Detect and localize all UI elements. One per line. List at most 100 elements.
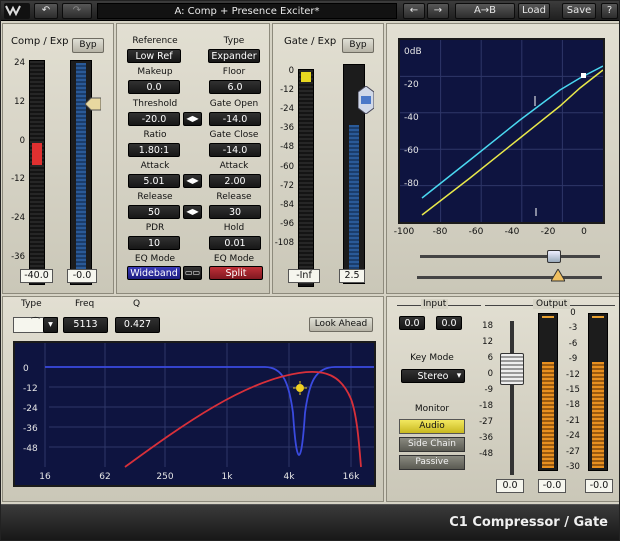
ratio-slider-handle[interactable] [547, 250, 561, 263]
undo-button[interactable]: ↶ [34, 3, 58, 19]
output-peak-left-value[interactable]: -0.0 [538, 479, 566, 493]
hold-value[interactable]: 0.01 [209, 236, 261, 250]
arrow-right-icon: → [433, 5, 443, 16]
comp-scale-tick: 0 [19, 135, 25, 146]
top-toolbar: ↶ ↷ A: Comp + Presence Exciter* ← → A→B … [1, 1, 619, 21]
redo-button[interactable]: ↷ [62, 3, 92, 19]
release-value[interactable]: 50 [128, 205, 180, 219]
threshold-link-button[interactable]: ◀▶ [183, 112, 202, 126]
input-left-value[interactable]: 0.0 [399, 316, 425, 330]
eq-curve-red [124, 371, 362, 468]
arrow-left-icon: ← [409, 5, 419, 16]
fader-scale-tick: -36 [479, 433, 493, 443]
eq-graph: 0 -12 -24 -36 -48 16 62 250 1k 4k 16k [13, 341, 376, 487]
eq-y-tick: -36 [23, 424, 38, 434]
save-button[interactable]: Save [562, 3, 596, 19]
meter-scale-tick: 0 [570, 308, 576, 318]
ab-compare-button[interactable]: A→B [455, 3, 515, 19]
gate-attack-label: Attack [219, 161, 249, 171]
next-preset-button[interactable]: → [427, 3, 449, 19]
eq-mode-gate-value[interactable]: Split [209, 266, 263, 280]
eq-x-tick: 62 [99, 472, 110, 482]
type-value[interactable]: Expander [208, 49, 260, 63]
output-peak-right-value[interactable]: -0.0 [585, 479, 613, 493]
knee-slider-handle[interactable] [550, 268, 566, 282]
eq-mode-link-button[interactable]: ▭▭ [183, 266, 202, 280]
meter-scale-tick: -27 [566, 446, 580, 457]
eq-x-tick: 1k [222, 472, 234, 482]
comp-bypass-button[interactable]: Byp [72, 38, 104, 53]
eq-freq-handle[interactable] [296, 384, 304, 392]
comp-thr-value[interactable]: -0.0 [67, 269, 97, 283]
monitor-audio-button[interactable]: Audio [399, 419, 465, 434]
gate-bypass-button[interactable]: Byp [342, 38, 374, 53]
gate-close-value[interactable]: -14.0 [209, 143, 261, 157]
output-fader-track [510, 321, 514, 475]
transfer-x-tick: 0 [581, 227, 587, 237]
meter-scale-tick: -30 [566, 462, 580, 472]
eq-q-value[interactable]: 0.427 [115, 317, 160, 333]
eq-y-tick: -12 [23, 384, 38, 394]
gate-scale-tick: -72 [280, 180, 294, 191]
monitor-label: Monitor [414, 404, 450, 414]
gate-attack-value[interactable]: 2.00 [209, 174, 261, 188]
reference-value[interactable]: Low Ref [127, 49, 181, 63]
gate-scale-tick: -84 [280, 199, 294, 210]
threshold-value[interactable]: -20.0 [128, 112, 180, 126]
gate-in-value[interactable]: -Inf [288, 269, 320, 283]
prev-preset-button[interactable]: ← [403, 3, 425, 19]
eq-type-dropdown[interactable]: ▾ [43, 317, 58, 333]
waves-logo [4, 3, 30, 19]
attack-value[interactable]: 5.01 [128, 174, 180, 188]
gate-scale-tick: 0 [288, 66, 294, 76]
eq-y-tick: -48 [23, 444, 38, 454]
gate-open-value[interactable]: -14.0 [209, 112, 261, 126]
makeup-value[interactable]: 0.0 [128, 80, 180, 94]
gate-release-value[interactable]: 30 [209, 205, 261, 219]
undo-icon: ↶ [41, 5, 51, 16]
transfer-y-tick: 0dB [404, 47, 422, 57]
fader-scale-tick: 18 [482, 321, 493, 331]
gate-open-label: Gate Open [209, 99, 259, 109]
output-value[interactable]: 0.0 [496, 479, 524, 493]
preset-name[interactable]: A: Comp + Presence Exciter* [97, 3, 397, 19]
fader-scale-tick: -27 [479, 417, 493, 427]
link-arrows-icon: ◀▶ [186, 176, 199, 185]
product-name: C1 Compressor / Gate [449, 515, 608, 530]
look-ahead-button[interactable]: Look Ahead [309, 317, 373, 332]
makeup-label: Makeup [137, 67, 173, 77]
load-button[interactable]: Load [518, 3, 550, 19]
monitor-sidechain-button[interactable]: Side Chain [399, 437, 465, 452]
comp-scale-tick: 12 [14, 96, 25, 107]
link-arrows-icon: ◀▶ [186, 114, 199, 123]
fader-scale-tick: -9 [484, 385, 493, 395]
input-right-value[interactable]: 0.0 [436, 316, 462, 330]
eq-mode-comp-value[interactable]: Wideband [127, 266, 181, 280]
transfer-x-tick: -60 [468, 227, 484, 237]
gate-threshold-slider[interactable] [357, 85, 375, 115]
gate-thr-value[interactable]: 2.5 [339, 269, 365, 283]
ratio-value[interactable]: 1.80:1 [128, 143, 180, 157]
attack-link-button[interactable]: ◀▶ [183, 174, 202, 188]
gate-scale-tick: -36 [280, 123, 294, 134]
comp-in-value[interactable]: -40.0 [20, 269, 53, 283]
floor-value[interactable]: 6.0 [209, 80, 261, 94]
gate-title: Gate / Exp [284, 36, 337, 47]
floor-label: Floor [222, 67, 246, 77]
params-panel: Reference Low Ref Type Expander Makeup 0… [116, 23, 270, 294]
gate-scale-tick: -108 [274, 238, 294, 248]
comp-scale-tick: -24 [11, 213, 25, 224]
transfer-curve-svg: 0dB -20 -40 -60 -80 [400, 40, 604, 222]
monitor-passive-button[interactable]: Passive [399, 455, 465, 470]
key-mode-label: Key Mode [410, 353, 454, 363]
release-link-button[interactable]: ◀▶ [183, 205, 202, 219]
eq-freq-value[interactable]: 5113 [63, 317, 108, 333]
output-fader-handle[interactable] [500, 353, 524, 385]
transfer-curve-cyan [421, 65, 604, 199]
help-button[interactable]: ? [601, 3, 618, 19]
gate-scale-tick: -48 [280, 142, 294, 153]
transfer-curve-yellow [421, 69, 604, 216]
meter-scale-tick: -21 [566, 415, 580, 426]
comp-threshold-slider[interactable] [84, 96, 102, 111]
pdr-value[interactable]: 10 [128, 236, 180, 250]
